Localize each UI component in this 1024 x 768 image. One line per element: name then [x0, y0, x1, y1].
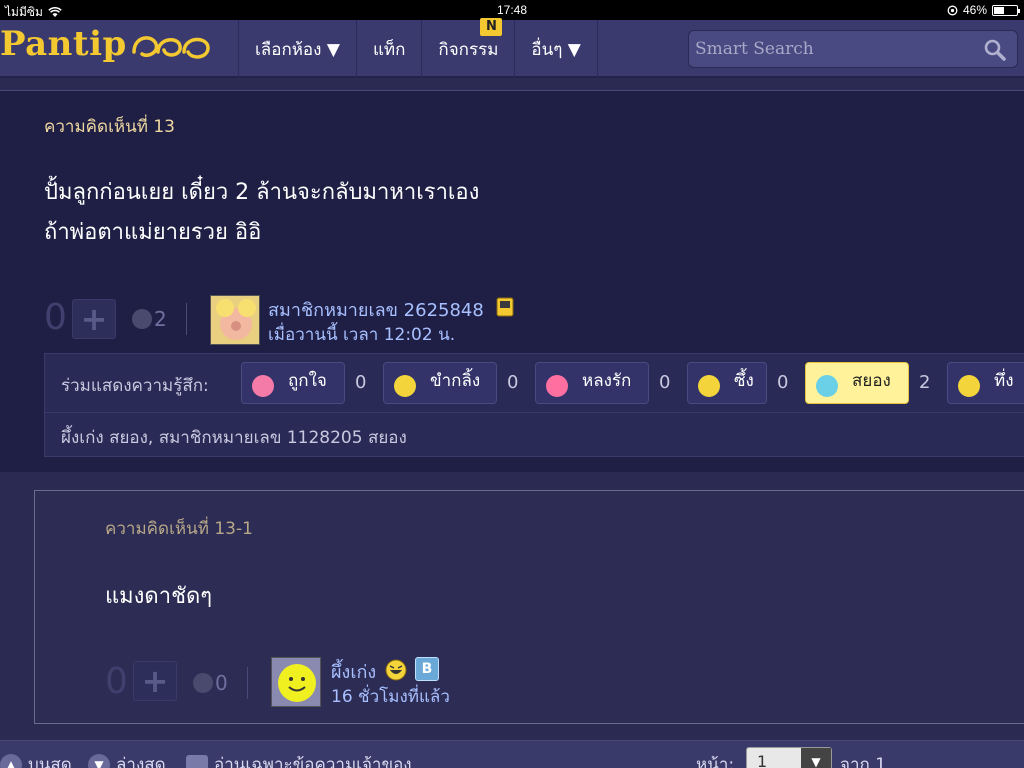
- laugh-icon: [394, 375, 416, 397]
- scared-face-icon: [816, 375, 838, 397]
- page-label: หน้า:: [696, 755, 735, 768]
- reacted-by-list: ผึ้งเก่ง สยอง, สมาชิกหมายเลข 1128205 สยอ…: [61, 428, 407, 448]
- love-face-icon: [546, 375, 568, 397]
- chevron-down-icon: ▼: [801, 748, 831, 768]
- reaction-scary-button[interactable]: สยอง: [805, 362, 909, 404]
- reaction-label: ขำกลิ้ง: [430, 371, 481, 391]
- emotion-face-icon: [132, 309, 152, 329]
- page-total: จาก 1: [840, 755, 887, 768]
- status-right: 46%: [947, 3, 1020, 17]
- comment-13: ความคิดเห็นที่ 13 ปั้มลูกก่อนเยย เดี๋ยว …: [0, 90, 1024, 472]
- scroll-top-label: บนสุด: [28, 755, 72, 768]
- reaction-surprised-button[interactable]: ทึ่ง: [947, 362, 1024, 404]
- post-time: 16 ชั่วโมงที่แล้ว: [331, 687, 450, 707]
- status-bar: ไม่มีซิม 17:48 46%: [0, 0, 1024, 20]
- username[interactable]: สมาชิกหมายเลข 2625848: [268, 295, 484, 324]
- pantip-logo-mark-icon: [132, 36, 210, 59]
- top-navbar: Pantip เลือกห้อง ▼ แท็ก กิจกรรม N อื่นๆ …: [0, 18, 1024, 78]
- nav-item-label: เลือกห้อง ▼: [255, 39, 340, 60]
- reaction-label: หลงรัก: [582, 371, 632, 391]
- username[interactable]: ผึ้งเก่ง: [331, 657, 376, 686]
- scroll-top-button[interactable]: ▲ บนสุด: [0, 751, 72, 768]
- nav-item-select-room[interactable]: เลือกห้อง ▼: [238, 20, 356, 78]
- comment-line: ปั้มลูกก่อนเยย เดี๋ยว 2 ล้านจะกลับมาหาเร…: [44, 180, 480, 205]
- nav-item-label: แท็ก: [372, 39, 406, 60]
- comment-body: แมงดาชัดๆ: [105, 584, 213, 609]
- reaction-love-button[interactable]: หลงรัก: [535, 362, 649, 404]
- nav-item-more[interactable]: อื่นๆ ▼: [514, 20, 598, 78]
- vote-count: 0: [105, 661, 128, 702]
- vote-count: 0: [44, 297, 67, 338]
- battery-percent: 46%: [962, 3, 987, 17]
- reaction-bar: ร่วมแสดงความรู้สึก: ถูกใจ 0 ขำกลิ้ง 0 หล…: [44, 353, 1024, 457]
- nav-item-activities[interactable]: กิจกรรม N: [421, 18, 514, 78]
- comment-label: ความคิดเห็นที่ 13: [44, 117, 175, 137]
- reaction-laugh-button[interactable]: ขำกลิ้ง: [383, 362, 497, 404]
- scroll-bottom-button[interactable]: ▼ ล่างสุด: [88, 751, 166, 768]
- page-select-value: 1: [757, 752, 768, 768]
- nav-item-label: กิจกรรม: [438, 39, 499, 60]
- member-badge-icon: [496, 297, 514, 317]
- reaction-count: 0: [355, 372, 367, 393]
- reaction-like-button[interactable]: ถูกใจ: [241, 362, 345, 404]
- bottom-toolbar: ▲ บนสุด ▼ ล่างสุด อ่านเฉพาะข้อความเจ้าขอ…: [0, 740, 1024, 768]
- heart-icon: [252, 375, 274, 397]
- smiley-avatar-icon: [272, 658, 320, 706]
- owner-only-label: อ่านเฉพาะข้อความเจ้าของ: [214, 755, 412, 768]
- avatar[interactable]: [210, 295, 260, 345]
- emotion-face-icon: [193, 673, 213, 693]
- laugh-face-icon: [385, 659, 407, 681]
- reaction-label: ถูกใจ: [288, 371, 327, 391]
- divider: [247, 667, 248, 699]
- battery-icon: [992, 4, 1020, 16]
- vote-plus-button[interactable]: +: [72, 299, 116, 339]
- new-badge: N: [480, 18, 503, 36]
- reaction-count: 0: [777, 372, 789, 393]
- avatar[interactable]: [271, 657, 321, 707]
- member-badge: B: [415, 657, 439, 681]
- reaction-count: 2: [919, 372, 931, 393]
- reaction-label: ทึ่ง: [994, 371, 1014, 391]
- emotion-count: 0: [215, 671, 228, 695]
- nav-item-tags[interactable]: แท็ก: [355, 20, 421, 78]
- reaction-count: 0: [507, 372, 519, 393]
- clock: 17:48: [496, 3, 528, 17]
- post-time: เมื่อวานนี้ เวลา 12:02 น.: [268, 325, 456, 345]
- crying-face-icon: [698, 375, 720, 397]
- nav-menu: เลือกห้อง ▼ แท็ก กิจกรรม N อื่นๆ ▼: [238, 18, 598, 78]
- avatar-image-icon: [211, 296, 259, 344]
- comment-label: ความคิดเห็นที่ 13-1: [105, 519, 253, 539]
- divider: [45, 412, 1024, 413]
- search-input[interactable]: [689, 31, 969, 67]
- divider: [186, 303, 187, 335]
- search-icon[interactable]: [983, 38, 1007, 62]
- arrow-up-icon: ▲: [0, 753, 22, 768]
- owner-only-button[interactable]: อ่านเฉพาะข้อความเจ้าของ: [186, 751, 412, 768]
- reaction-count: 0: [659, 372, 671, 393]
- emotion-count: 2: [154, 307, 167, 331]
- comment-line: ถ้าพ่อตาแม่ยายรวย อิอิ: [44, 220, 262, 245]
- reaction-title: ร่วมแสดงความรู้สึก:: [61, 376, 209, 396]
- smart-search: [688, 30, 1018, 68]
- surprised-face-icon: [958, 375, 980, 397]
- rotation-lock-icon: [947, 5, 958, 15]
- scroll-bottom-label: ล่างสุด: [116, 755, 166, 768]
- arrow-down-icon: ▼: [88, 753, 110, 768]
- comment-13-1: ความคิดเห็นที่ 13-1 แมงดาชัดๆ 0 + 0 ผึ้ง…: [34, 490, 1024, 724]
- reaction-label: สยอง: [852, 371, 891, 391]
- reaction-label: ซึ้ง: [734, 371, 754, 391]
- pantip-logo[interactable]: Pantip: [0, 24, 127, 64]
- comment-body: ปั้มลูกก่อนเยย เดี๋ยว 2 ล้านจะกลับมาหาเร…: [44, 173, 479, 253]
- person-icon: [186, 754, 208, 768]
- page-select[interactable]: 1 ▼: [746, 747, 832, 768]
- vote-plus-button[interactable]: +: [133, 661, 177, 701]
- nav-item-label: อื่นๆ ▼: [531, 39, 581, 60]
- reaction-touched-button[interactable]: ซึ้ง: [687, 362, 767, 404]
